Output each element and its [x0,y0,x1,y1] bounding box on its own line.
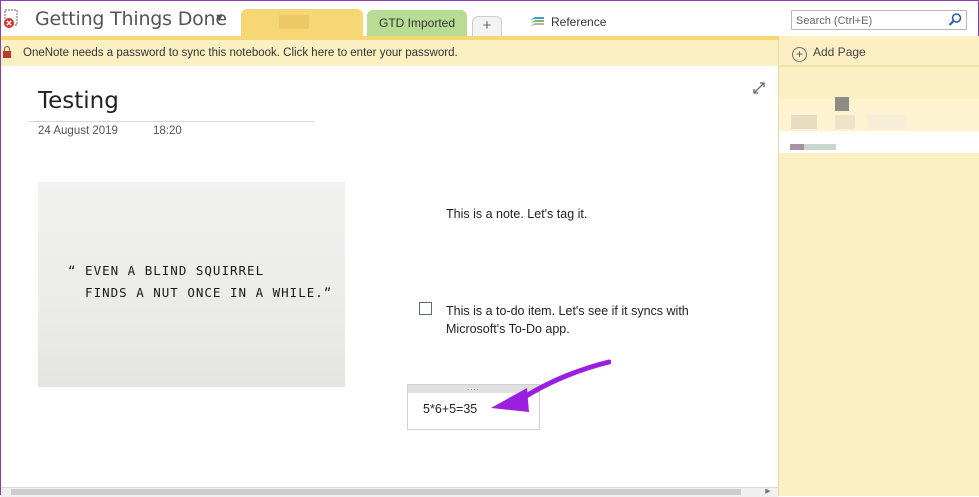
reference-label: Reference [551,15,607,29]
sync-password-notification[interactable]: OneNote needs a password to sync this no… [1,40,778,66]
panel-header-divider [779,65,979,67]
scrollbar-thumb[interactable] [11,489,741,495]
tab-active-section[interactable] [241,9,363,36]
todo-checkbox[interactable] [419,302,432,315]
quote-image[interactable]: “ EVEN A BLIND SQUIRREL FINDS A NUT ONCE… [38,182,345,387]
lock-warning-icon [3,45,11,58]
full-page-view-icon[interactable] [752,81,766,95]
math-expression[interactable]: 5*6+5=35 [423,402,477,416]
note-text[interactable]: This is a note. Let's tag it. [446,207,587,221]
add-page-label: Add Page [813,45,866,59]
notification-message[interactable]: OneNote needs a password to sync this no… [23,40,458,66]
tab-gtd-imported[interactable]: GTD Imported [367,10,467,36]
notebook-sync-error-icon[interactable] [3,9,19,29]
blurred-page-name [804,144,836,150]
page-title[interactable]: Testing [38,88,119,114]
search-icon[interactable] [948,12,963,27]
page-list-panel: + Add Page [778,36,979,496]
add-page-icon: + [792,47,807,62]
blurred-page-name [790,144,804,150]
add-section-button[interactable]: + [472,16,502,36]
reference-link[interactable]: Reference [529,15,606,29]
page-list-item[interactable] [779,97,979,131]
page-list-item-selected[interactable] [779,131,979,153]
search-box[interactable] [791,10,967,30]
page-time: 18:20 [153,125,182,137]
image-handwritten-quote: “ EVEN A BLIND SQUIRREL FINDS A NUT ONCE… [68,263,333,300]
search-input[interactable] [792,12,950,30]
notebook-title[interactable]: Getting Things Done [35,8,227,30]
page-canvas[interactable]: Testing 24 August 2019 18:20 “ EVEN A BL… [1,66,778,486]
blurred-page-name [835,97,849,111]
horizontal-scrollbar[interactable]: ▶ [1,487,778,497]
page-date: 24 August 2019 [38,125,118,137]
blurred-page-name [835,115,855,129]
blurred-page-name [791,115,817,129]
blurred-page-name [867,115,907,129]
title-divider [28,121,314,122]
add-page-button[interactable]: + Add Page [792,45,866,62]
section-group-icon [530,17,544,26]
notebook-dropdown-icon[interactable]: ▼ [214,12,225,24]
todo-text[interactable]: This is a to-do item. Let's see if it sy… [446,302,746,338]
blurred-section-name [279,15,309,29]
title-bar: Getting Things Done ▼ GTD Imported + Ref… [1,1,978,36]
annotation-arrow [491,359,611,412]
